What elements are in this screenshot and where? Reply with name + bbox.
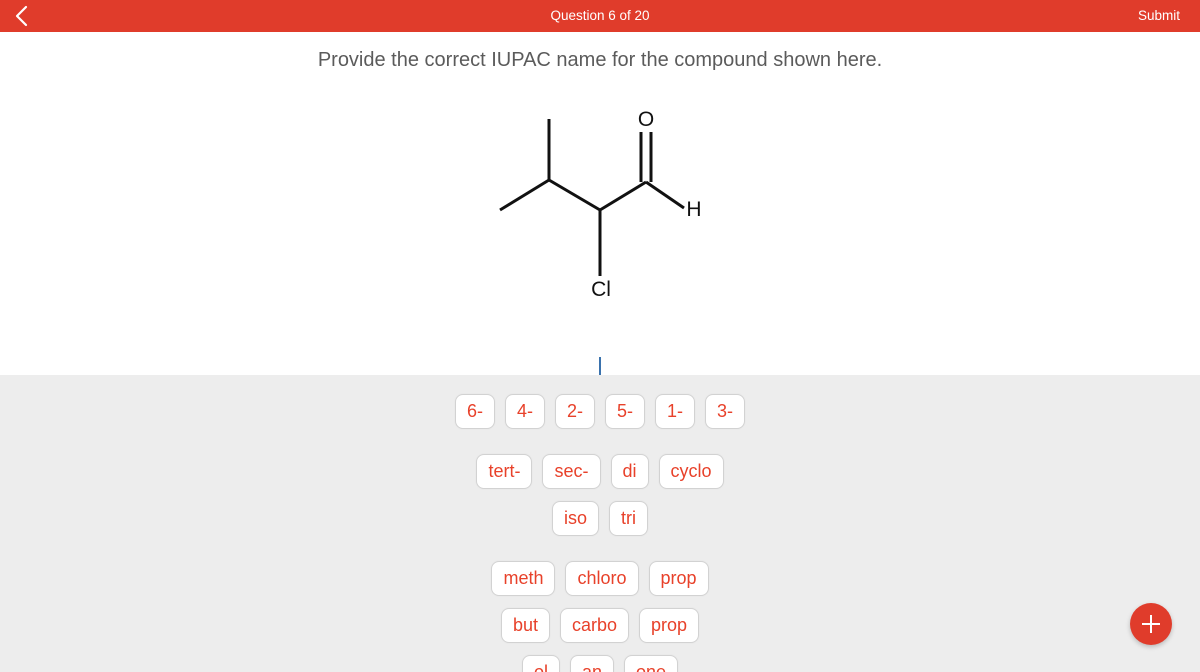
answer-tile[interactable]: chloro [565, 561, 639, 596]
answer-tile[interactable]: iso [551, 501, 599, 536]
atom-label-oxygen: O [638, 108, 654, 131]
answer-tile[interactable]: 2- [554, 394, 595, 429]
answer-tile[interactable]: di [610, 454, 649, 489]
question-prompt: Provide the correct IUPAC name for the c… [317, 49, 883, 71]
tile-row: tert- sec- di cyclo [0, 454, 1200, 489]
question-counter: Question 6 of 20 [550, 8, 650, 23]
answer-tile[interactable]: an [569, 655, 614, 672]
answer-tile[interactable]: ol [521, 655, 560, 672]
molecule-structure-image: O H Cl [470, 100, 730, 300]
app-root: Question 6 of 20 Submit Provide the corr… [0, 0, 1200, 672]
add-button[interactable] [1130, 603, 1172, 645]
answer-tile[interactable]: meth [491, 561, 556, 596]
atom-label-chlorine: Cl [591, 278, 611, 300]
answer-tile[interactable]: sec- [542, 454, 601, 489]
atom-label-hydrogen: H [686, 198, 701, 221]
answer-tile[interactable]: prop [639, 608, 700, 643]
answer-tile[interactable]: 6- [454, 394, 495, 429]
answer-tile[interactable]: one [624, 655, 679, 672]
answer-tile-tray: 6- 4- 2- 5- 1- 3- tert- sec- di cyclo is… [0, 375, 1200, 672]
answer-tile[interactable]: 5- [605, 394, 646, 429]
submit-button[interactable]: Submit [1138, 0, 1180, 32]
tile-row: meth chloro prop [0, 561, 1200, 596]
tile-row: but carbo prop [0, 608, 1200, 643]
top-bar: Question 6 of 20 Submit [0, 0, 1200, 32]
question-area: Provide the correct IUPAC name for the c… [0, 32, 1200, 390]
answer-tile[interactable]: 4- [504, 394, 545, 429]
answer-tile[interactable]: tert- [476, 454, 533, 489]
tile-row: 6- 4- 2- 5- 1- 3- [0, 394, 1200, 429]
answer-tile[interactable]: 3- [705, 394, 746, 429]
answer-tile[interactable]: but [500, 608, 550, 643]
answer-tile[interactable]: 1- [655, 394, 696, 429]
tile-row: iso tri [0, 501, 1200, 536]
answer-tile[interactable]: cyclo [658, 454, 724, 489]
answer-tile[interactable]: prop [648, 561, 709, 596]
tile-row: ol an one [0, 655, 1200, 672]
answer-tile[interactable]: carbo [559, 608, 630, 643]
answer-tile[interactable]: tri [609, 501, 648, 536]
